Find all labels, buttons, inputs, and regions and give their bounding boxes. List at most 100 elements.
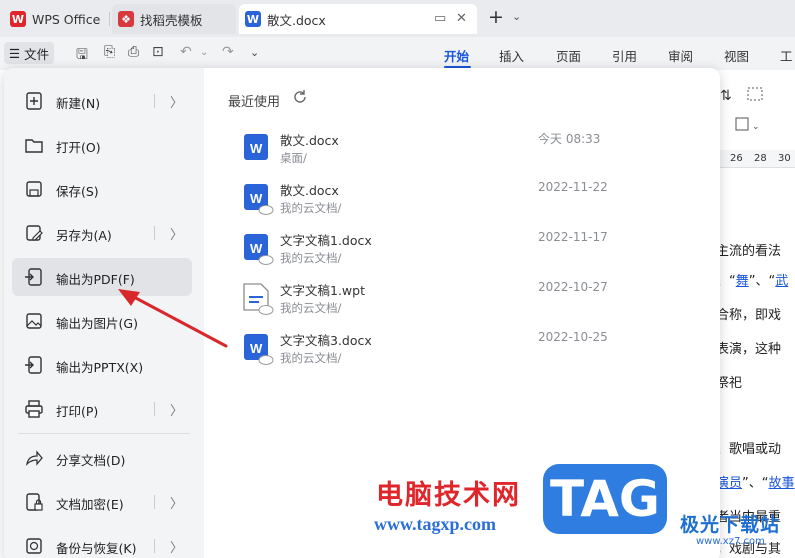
- chevron-right-icon[interactable]: 〉: [170, 400, 183, 419]
- tab-label: 找稻壳模板: [140, 12, 203, 28]
- menu-divider: [18, 433, 190, 434]
- tab-references[interactable]: 引用: [612, 46, 637, 65]
- doc-line: 合称，即戏: [716, 308, 782, 323]
- file-menu-button[interactable]: ☰ 文件: [4, 42, 54, 64]
- item-divider: [154, 539, 155, 553]
- export-pptx-icon: [25, 356, 42, 374]
- undo-dropdown-icon[interactable]: ⌄: [200, 47, 208, 58]
- quick-toolbar: ☰ 文件 🖫 ⎘ ⎙ ⊡ ↶ ⌄ ↷ ⌄ 开始 插入 页面 引用 审阅 视图 工: [0, 37, 795, 70]
- doc-line: 、歌唱或动: [716, 442, 782, 457]
- tab-divider: [109, 12, 110, 26]
- item-divider: [154, 94, 155, 108]
- menu-item-save-as[interactable]: 另存为(A) 〉: [12, 214, 192, 252]
- export-pdf-icon[interactable]: ⎘: [104, 44, 115, 60]
- tab-insert[interactable]: 插入: [499, 46, 524, 65]
- tab-label: 散文.docx: [267, 12, 326, 28]
- cloud-word-doc-icon: W: [244, 184, 274, 215]
- recent-file-item[interactable]: W 文字文稿1.docx 我的云文档/ 2022-11-17: [236, 226, 646, 272]
- save-as-icon: [26, 225, 43, 241]
- chevron-right-icon[interactable]: 〉: [170, 537, 183, 556]
- table-icon[interactable]: ⌄: [735, 117, 760, 132]
- svg-text:W: W: [250, 191, 263, 206]
- svg-text:⌄: ⌄: [752, 122, 760, 132]
- chevron-right-icon[interactable]: 〉: [170, 224, 183, 243]
- tab-docer-templates[interactable]: ❖ 找稻壳模板: [112, 4, 236, 34]
- wps-logo-icon: W: [10, 11, 26, 27]
- recent-file-item[interactable]: W 文字文稿3.docx 我的云文档/ 2022-10-25: [236, 326, 646, 372]
- preview-icon[interactable]: ⊡: [152, 44, 164, 60]
- menu-item-save[interactable]: 保存(S): [12, 170, 192, 208]
- tab-wps-office[interactable]: W WPS Office: [4, 4, 108, 34]
- chevron-down-icon[interactable]: ⌄: [512, 10, 521, 23]
- print-icon: [25, 400, 43, 418]
- doc-line: 演员”、“故事: [716, 476, 795, 491]
- file-menu-list: 新建(N) 〉 打开(O) 保存(S) 另存为(A) 〉 输出为PDF(F) 输…: [4, 68, 204, 558]
- chevron-right-icon[interactable]: 〉: [170, 493, 183, 512]
- cloud-word-doc-icon: W: [244, 334, 274, 365]
- cloud-word-doc-icon: W: [244, 234, 274, 265]
- export-pdf-icon: [25, 268, 42, 286]
- tab-document[interactable]: W 散文.docx ▭ ✕: [239, 4, 477, 34]
- redo-icon[interactable]: ↷: [222, 44, 234, 60]
- item-divider: [154, 495, 155, 509]
- menu-item-export-pptx[interactable]: 输出为PPTX(X): [12, 346, 192, 384]
- recent-file-item[interactable]: W 散文.docx 我的云文档/ 2022-11-22: [236, 176, 646, 222]
- watermark-url: www.tagxp.com: [374, 514, 496, 534]
- menu-item-share[interactable]: 分享文档(D): [12, 439, 192, 477]
- menu-item-print[interactable]: 打印(P) 〉: [12, 390, 192, 428]
- doc-line: 、“舞”、“武: [716, 274, 789, 289]
- window-mode-icon[interactable]: ▭: [434, 11, 446, 26]
- tab-view[interactable]: 视图: [724, 46, 749, 65]
- menu-item-new[interactable]: 新建(N) 〉: [12, 82, 192, 120]
- backup-icon: [26, 538, 42, 554]
- chevron-right-icon[interactable]: 〉: [170, 92, 183, 111]
- recent-file-item[interactable]: 文字文稿1.wpt 我的云文档/ 2022-10-27: [236, 276, 646, 322]
- watermark-site-name: 电脑技术网: [376, 480, 521, 511]
- docer-logo-icon: ❖: [118, 11, 134, 27]
- title-bar: W WPS Office ❖ 找稻壳模板 W 散文.docx ▭ ✕ + ⌄: [0, 0, 795, 37]
- recent-file-item[interactable]: W 散文.docx 桌面/ 今天 08:33: [236, 126, 646, 172]
- recent-files-title: 最近使用: [228, 95, 281, 110]
- tab-review[interactable]: 审阅: [668, 46, 693, 65]
- menu-item-backup[interactable]: 备份与恢复(K) 〉: [12, 527, 192, 558]
- doc-line: 主流的看法: [716, 244, 782, 259]
- watermark-brand-url: www.xz7.com: [696, 536, 765, 547]
- close-tab-icon[interactable]: ✕: [456, 11, 467, 26]
- menu-item-open[interactable]: 打开(O): [12, 126, 192, 164]
- tab-start[interactable]: 开始: [444, 46, 469, 65]
- item-divider: [154, 226, 155, 240]
- save-icon: [26, 181, 42, 197]
- svg-text:⇅: ⇅: [720, 88, 732, 104]
- hamburger-icon: ☰: [8, 45, 21, 61]
- svg-text:W: W: [250, 341, 263, 356]
- ribbon-partial: ⇅ ⌄: [720, 87, 763, 132]
- refresh-icon[interactable]: [292, 89, 308, 105]
- new-tab-button[interactable]: +: [488, 8, 504, 27]
- template-doc-icon: [243, 283, 274, 315]
- border-icon[interactable]: [747, 87, 763, 101]
- tab-tools[interactable]: 工: [780, 46, 793, 65]
- watermark-tag-logo: TAG: [543, 464, 667, 534]
- menu-item-export-pdf[interactable]: 输出为PDF(F): [12, 258, 192, 296]
- tab-label: WPS Office: [32, 11, 101, 27]
- sort-icon[interactable]: ⇅: [720, 88, 732, 104]
- svg-text:W: W: [250, 241, 263, 256]
- print-icon[interactable]: ⎙: [128, 44, 139, 60]
- tab-page[interactable]: 页面: [556, 46, 581, 65]
- word-doc-icon: W: [245, 11, 261, 27]
- encrypt-icon: [26, 493, 43, 511]
- undo-icon[interactable]: ↶: [180, 44, 192, 60]
- export-image-icon: [26, 313, 42, 329]
- menu-item-export-image[interactable]: 输出为图片(G): [12, 302, 192, 340]
- save-icon[interactable]: 🖫: [76, 44, 88, 68]
- svg-text:W: W: [250, 141, 263, 156]
- ruler-mark: 30: [778, 153, 791, 164]
- word-doc-icon: W: [244, 134, 268, 160]
- watermark-brand: 极光下载站: [680, 514, 781, 536]
- menu-item-encrypt[interactable]: 文档加密(E) 〉: [12, 483, 192, 521]
- more-dropdown-icon[interactable]: ⌄: [250, 46, 259, 59]
- folder-icon: [25, 139, 43, 153]
- ruler-mark: 28: [754, 153, 767, 164]
- ruler-mark: 26: [730, 153, 743, 164]
- share-icon: [26, 450, 43, 466]
